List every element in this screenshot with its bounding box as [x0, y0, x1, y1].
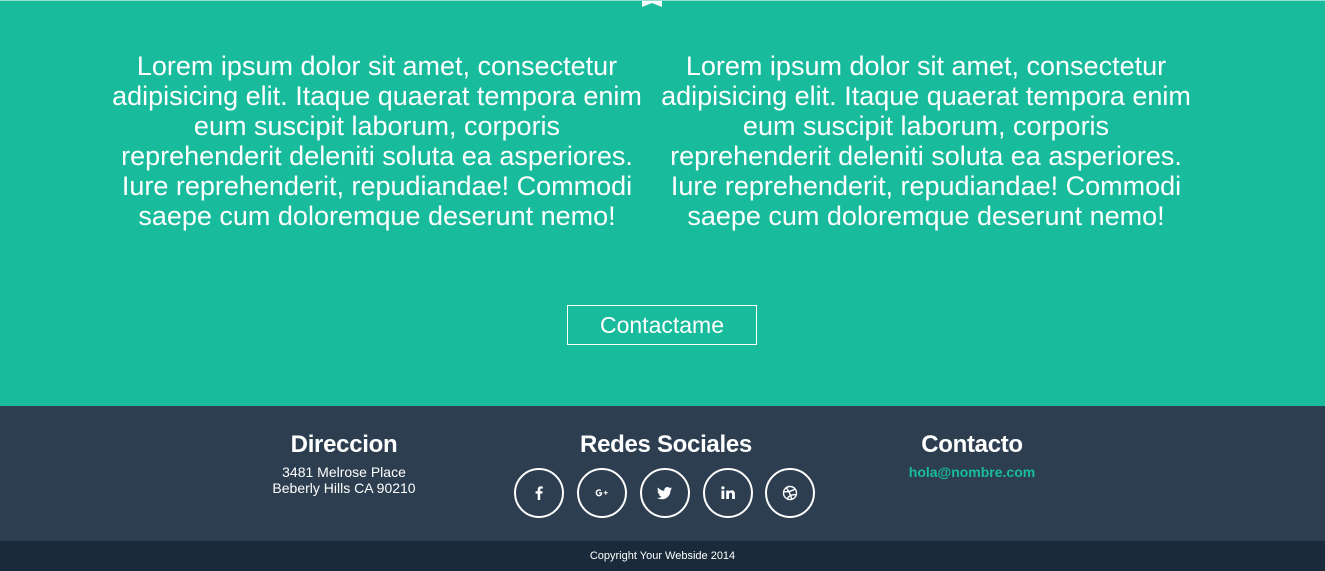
copyright-bar: Copyright Your Webside 2014	[0, 541, 1325, 571]
contact-title: Contacto	[921, 431, 1023, 458]
dribbble-icon[interactable]	[765, 468, 815, 518]
google-plus-icon[interactable]	[577, 468, 627, 518]
footer-social: Redes Sociales	[466, 430, 866, 460]
contact-button[interactable]: Contactame	[567, 305, 757, 345]
address-title: Direccion	[290, 431, 398, 458]
contact-email-link[interactable]: hola@nombre.com	[822, 464, 1122, 480]
about-section: Lorem ipsum dolor sit amet, consectetur …	[0, 0, 1325, 406]
facebook-icon[interactable]	[514, 468, 564, 518]
address-line-2: Beberly Hills CA 90210	[272, 480, 416, 496]
twitter-icon[interactable]	[640, 468, 690, 518]
footer-contact: Contacto hola@nombre.com	[822, 430, 1122, 480]
linkedin-icon[interactable]	[703, 468, 753, 518]
footer-address: Direccion 3481 Melrose Place Beberly Hil…	[194, 430, 494, 496]
about-text-right: Lorem ipsum dolor sit amet, consectetur …	[661, 51, 1191, 231]
social-title: Redes Sociales	[580, 431, 752, 458]
star-icon	[642, 1, 662, 7]
about-text-left: Lorem ipsum dolor sit amet, consectetur …	[112, 51, 642, 231]
footer: Direccion 3481 Melrose Place Beberly Hil…	[0, 406, 1325, 541]
address-line-1: 3481 Melrose Place	[282, 464, 406, 480]
